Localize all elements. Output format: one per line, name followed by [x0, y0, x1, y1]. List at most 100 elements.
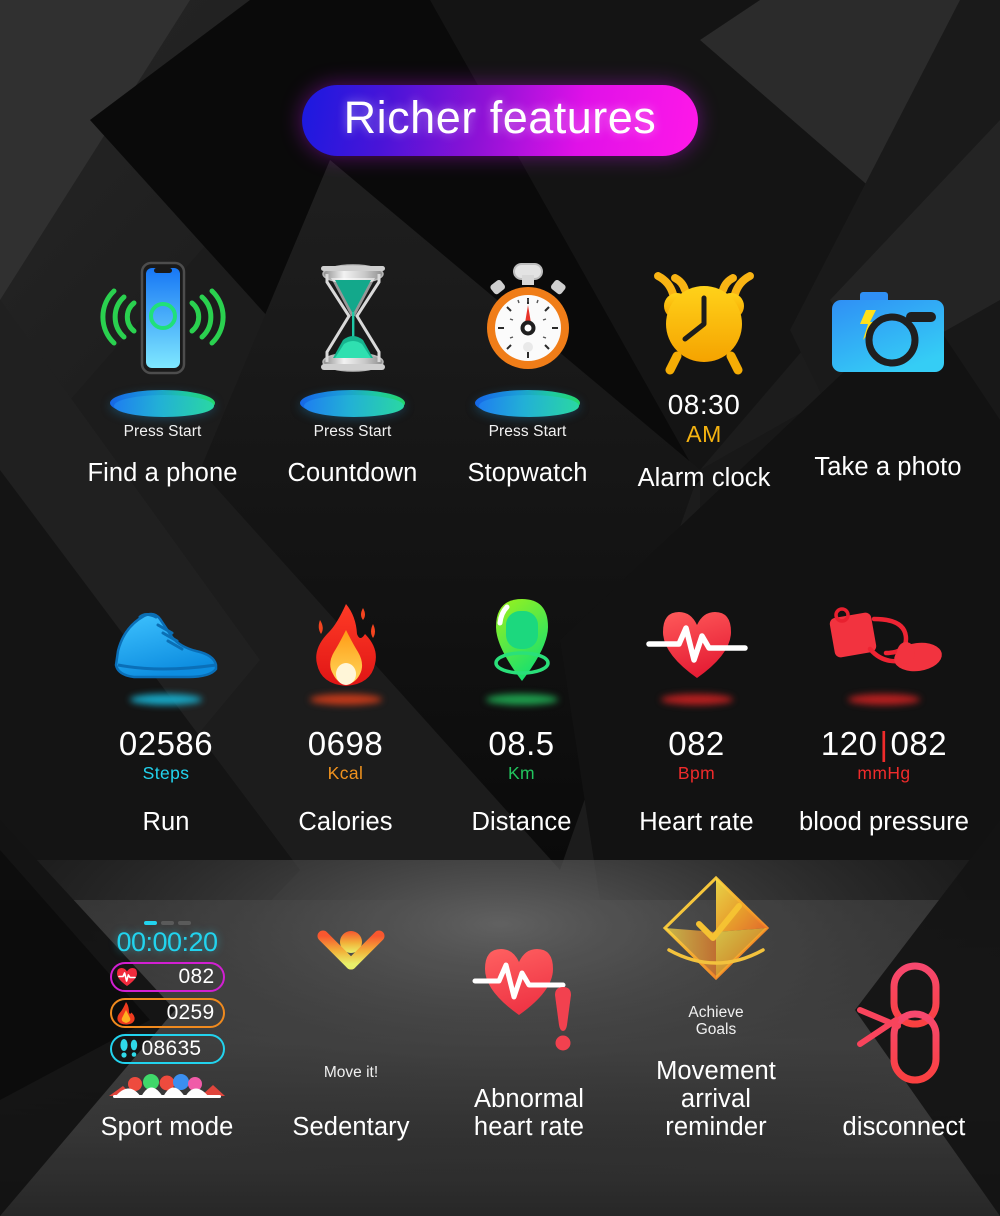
metric-unit: Kcal — [327, 763, 364, 783]
heart-alert-icon — [467, 933, 591, 1061]
broken-chain-icon — [850, 960, 958, 1088]
feature-abnormal-heart-rate[interactable]: Abnormal heart rate — [440, 933, 618, 1141]
feature-caption: Sport mode — [100, 1112, 234, 1141]
feature-alarm-clock[interactable]: 08:30 AM Alarm clock — [615, 258, 793, 492]
metric-glow — [660, 694, 733, 705]
watch-sport-screen-icon: 00:00:20 082 0259 08635 — [103, 920, 231, 1098]
stopwatch-icon — [475, 258, 581, 378]
sport-stat-steps: 08635 — [109, 1033, 225, 1064]
mountain-graphic-icon — [109, 1073, 225, 1098]
feature-caption: Run — [142, 807, 190, 836]
metric-value: 08.5 — [488, 725, 555, 762]
start-pedestal[interactable] — [110, 390, 215, 417]
flame-icon — [303, 598, 389, 690]
feature-caption: Calories — [298, 807, 393, 836]
metric-value: 02586 — [118, 725, 214, 762]
metric-calories[interactable]: 0698 Kcal Calories — [257, 598, 434, 836]
metric-unit: Km — [507, 763, 536, 783]
metric-glow — [485, 694, 558, 705]
caption-line-2: heart rate — [473, 1112, 585, 1141]
running-shoe-icon — [110, 598, 222, 690]
row-utilities: Press Start Find a phone Press Start Cou… — [0, 258, 1000, 492]
feature-sedentary[interactable]: Move it! Sedentary — [262, 926, 440, 1140]
page-title: Richer features — [343, 92, 657, 143]
flame-icon — [116, 1001, 135, 1025]
metric-glow — [309, 694, 382, 705]
feature-countdown[interactable]: Press Start Countdown — [265, 258, 440, 492]
page-title-badge: Richer features — [301, 85, 699, 156]
feature-take-a-photo[interactable]: Take a photo — [793, 258, 983, 492]
dash-3 — [177, 920, 191, 925]
metric-unit: Bpm — [677, 763, 716, 783]
blood-pressure-cuff-icon — [820, 598, 948, 690]
goal-badge-icon — [655, 872, 777, 1000]
sport-stat-value: 0259 — [166, 1001, 215, 1025]
page-title-container: Richer features — [0, 85, 1000, 156]
press-start-label: Press Start — [123, 423, 202, 440]
goal-note: Achieve Goals — [688, 1004, 743, 1039]
feature-caption: Movement arrival reminder — [618, 1057, 814, 1141]
metric-glow — [848, 694, 920, 705]
metric-unit: mmHg — [857, 763, 911, 783]
metric-heart-rate[interactable]: 082 Bpm Heart rate — [609, 598, 784, 836]
sport-stat-calories: 0259 — [109, 997, 225, 1028]
bp-separator: | — [879, 725, 889, 762]
heart-pulse-icon — [641, 598, 753, 690]
caption-line-2: reminder — [665, 1112, 767, 1141]
goal-note-line-1: Achieve — [688, 1004, 744, 1021]
feature-caption: Stopwatch — [467, 459, 588, 487]
bp-diastolic: 082 — [890, 725, 948, 762]
metric-run[interactable]: 02586 Steps Run — [75, 598, 257, 836]
start-pedestal[interactable] — [475, 390, 580, 417]
alarm-time: 08:30 — [667, 389, 741, 420]
press-start-label: Press Start — [313, 423, 392, 440]
feature-caption: Find a phone — [87, 459, 238, 487]
sedentary-note: Move it! — [323, 1064, 379, 1082]
map-pin-icon — [481, 598, 563, 690]
page-indicator-dashes — [143, 920, 191, 925]
heart-icon — [116, 967, 137, 986]
alarm-ampm: AM — [686, 421, 722, 447]
bp-systolic: 120 — [820, 725, 878, 762]
goal-note-line-2: Goals — [695, 1021, 737, 1039]
feature-caption: Distance — [471, 807, 572, 836]
sport-timer: 00:00:20 — [116, 926, 218, 957]
sport-stat-value: 08635 — [141, 1037, 202, 1061]
metric-unit: Steps — [142, 763, 190, 783]
row-alerts: 00:00:20 082 0259 08635 Sport mode Move … — [0, 872, 1000, 1141]
dash-2 — [160, 920, 174, 925]
feature-find-a-phone[interactable]: Press Start Find a phone — [60, 258, 265, 492]
feature-caption: blood pressure — [798, 807, 970, 836]
caption-line-1: Movement arrival — [656, 1056, 776, 1113]
phone-ringing-icon — [88, 258, 238, 378]
person-arms-up-icon — [309, 926, 393, 1054]
feature-caption: disconnect — [842, 1112, 966, 1141]
feature-stopwatch[interactable]: Press Start Stopwatch — [440, 258, 615, 492]
metric-distance[interactable]: 08.5 Km Distance — [434, 598, 609, 836]
feature-disconnect[interactable]: disconnect — [814, 960, 994, 1141]
feature-sport-mode[interactable]: 00:00:20 082 0259 08635 Sport mode — [72, 920, 262, 1141]
feature-caption: Countdown — [287, 459, 418, 487]
feature-caption: Sedentary — [292, 1112, 410, 1141]
footsteps-icon — [119, 1038, 137, 1058]
metric-value: 082 — [668, 725, 725, 762]
metric-glow — [130, 694, 202, 705]
feature-caption: Alarm clock — [637, 464, 771, 492]
dash-1 — [143, 920, 157, 925]
start-pedestal[interactable] — [300, 390, 405, 417]
row-metrics: 02586 Steps Run 0698 Kcal Calories 08.5 … — [0, 598, 1000, 836]
sport-stat-value: 082 — [178, 965, 215, 989]
press-start-label: Press Start — [488, 423, 567, 440]
metric-value: 0698 — [307, 725, 384, 762]
metric-blood-pressure[interactable]: 120 | 082 mmHg blood pressure — [784, 598, 984, 836]
feature-caption: Take a photo — [814, 453, 962, 481]
feature-caption: Heart rate — [639, 807, 754, 836]
feature-caption: Abnormal heart rate — [474, 1085, 584, 1141]
caption-line-1: Abnormal — [474, 1084, 584, 1113]
feature-movement-arrival-reminder[interactable]: Achieve Goals Movement arrival reminder — [618, 872, 814, 1141]
metric-value-bp: 120 | 082 — [821, 727, 947, 760]
sport-stat-heart-rate: 082 — [109, 961, 225, 992]
alarm-clock-icon — [647, 258, 761, 378]
hourglass-icon — [305, 258, 401, 378]
camera-icon — [830, 258, 946, 378]
